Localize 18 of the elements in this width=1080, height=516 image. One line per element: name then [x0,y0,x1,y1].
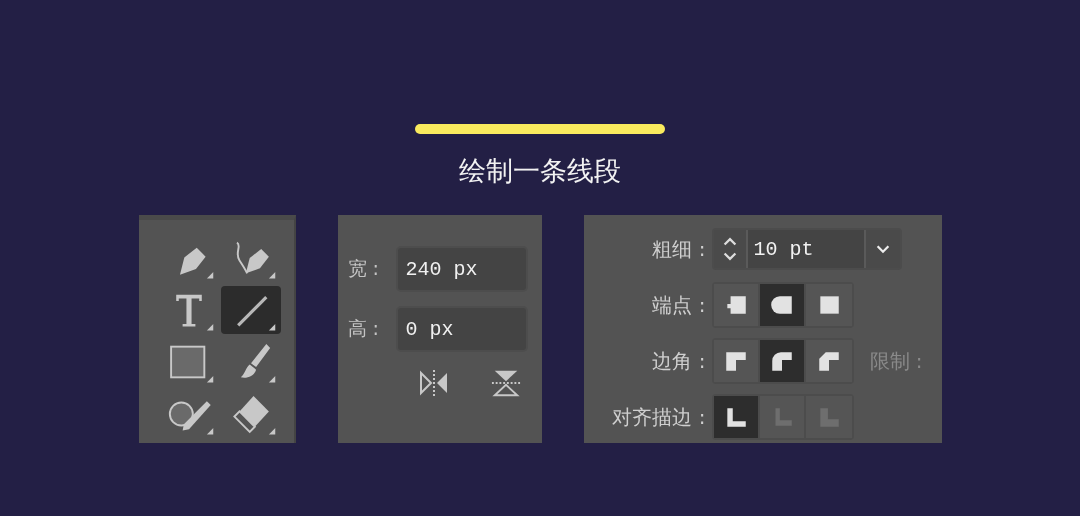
line-tool-button[interactable] [220,286,281,334]
title: 绘制一条线段 [459,154,621,188]
cap-round-button[interactable] [759,284,806,326]
cap-butt-button[interactable] [713,284,760,326]
corner-miter-button[interactable] [713,340,760,382]
option-label: 端点 : [651,291,707,319]
field-label: 宽 : [347,256,380,281]
weight-label: 粗细 : [651,235,707,263]
cap-round-icon [768,293,795,317]
field-label: 高 : [347,316,380,341]
option-label: 边角 : [651,347,707,375]
option-label: 对齐描边 : [611,403,707,431]
flip-vertical-icon [489,368,522,398]
flip-horizontal-icon [417,368,450,398]
input-field[interactable]: 0 px [395,306,528,352]
corner-round-button[interactable] [759,340,806,382]
align-center-button[interactable] [713,396,760,438]
input-field[interactable]: 240 px [395,246,528,292]
